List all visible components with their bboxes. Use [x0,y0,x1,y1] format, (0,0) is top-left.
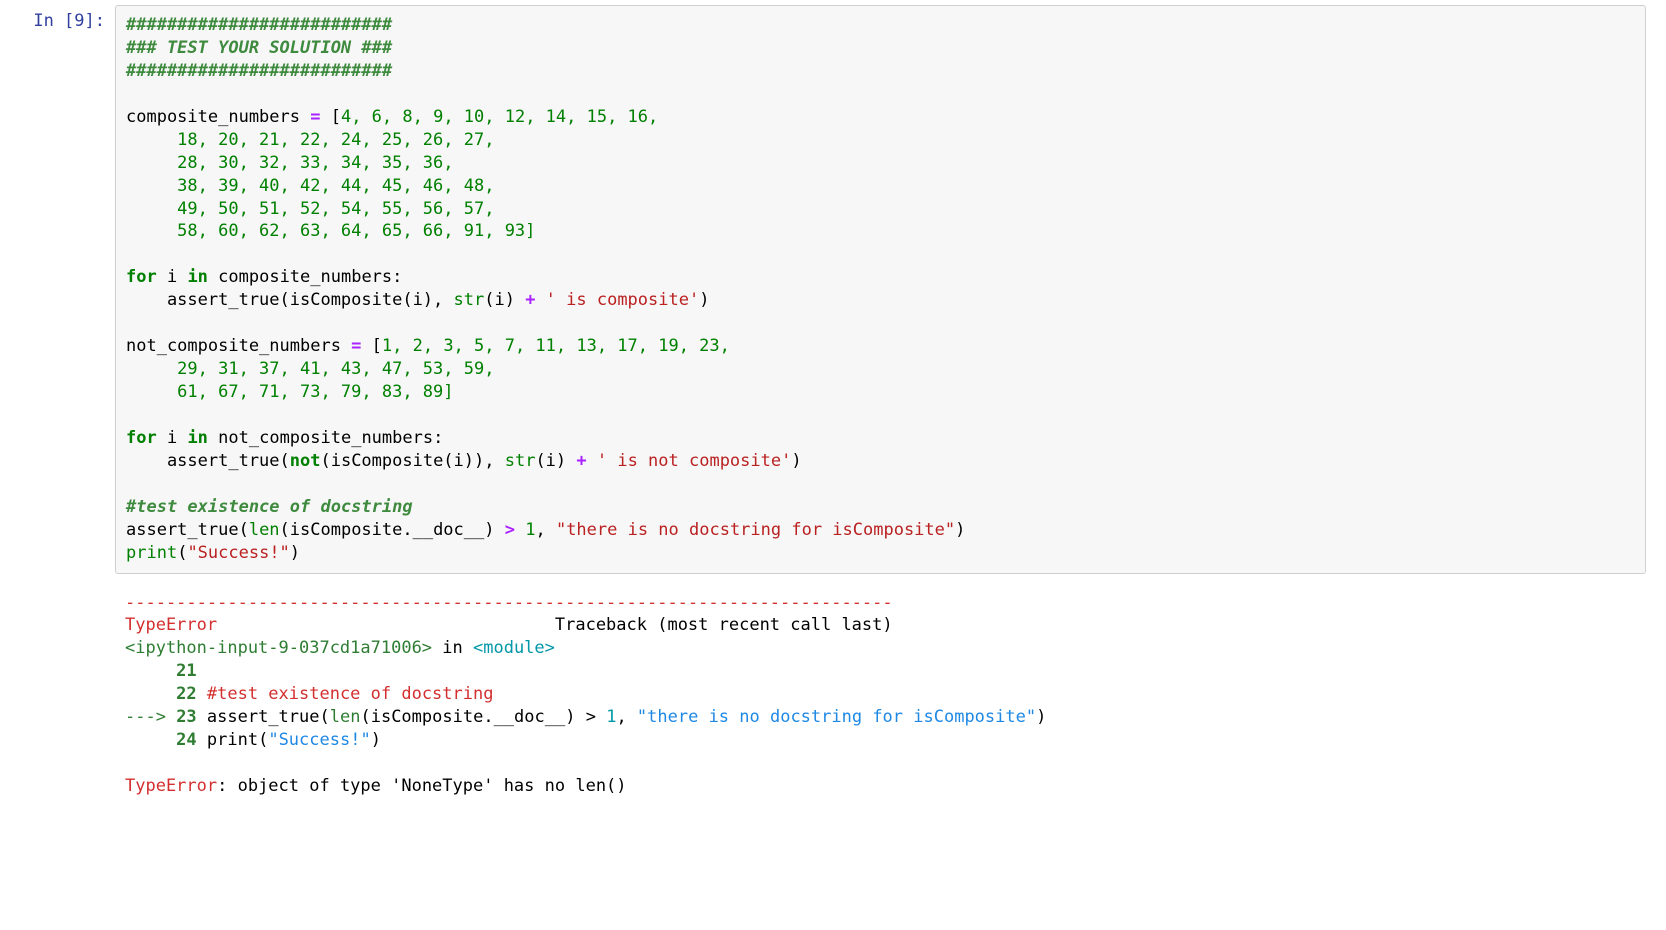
code-input-area[interactable]: ########################## ### TEST YOUR… [115,5,1646,574]
traceback-header: Traceback (most recent call last) [217,615,893,635]
input-prompt: In [9]: [0,5,115,574]
traceback-file: <ipython-input-9-037cd1a71006> [125,638,432,658]
input-cell: In [9]: ########################## ### T… [0,0,1666,579]
comment-header-1: ########################## [126,15,392,35]
final-error-msg: : object of type 'NoneType' has no len() [217,776,626,796]
traceback-separator: ----------------------------------------… [125,593,893,613]
final-error-type: TypeError [125,776,217,796]
comment-header-3: ########################## [126,61,392,81]
code-block: ########################## ### TEST YOUR… [126,14,1635,565]
comment-docstring: #test existence of docstring [126,497,413,517]
output-prompt [0,584,115,806]
traceback-arrow: ---> [125,707,176,727]
output-cell: ----------------------------------------… [0,579,1666,811]
comment-header-2: ### TEST YOUR SOLUTION ### [126,38,392,58]
traceback-area: ----------------------------------------… [115,584,1646,806]
error-type: TypeError [125,615,217,635]
